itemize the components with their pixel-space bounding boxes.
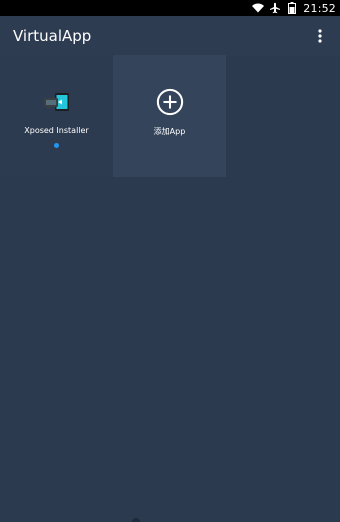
app-bar: VirtualApp xyxy=(0,16,340,56)
status-bar: 21:52 xyxy=(0,0,340,16)
bottom-handle[interactable] xyxy=(132,518,140,522)
airplane-icon xyxy=(269,2,281,14)
battery-icon xyxy=(286,2,298,14)
app-title: VirtualApp xyxy=(13,27,92,45)
app-tile-xposed-installer[interactable]: Xposed Installer xyxy=(0,55,113,177)
app-label: 添加App xyxy=(153,127,186,136)
overflow-menu-button[interactable] xyxy=(310,22,330,50)
app-grid: Xposed Installer 添加App xyxy=(0,55,226,177)
add-app-tile[interactable]: 添加App xyxy=(113,55,226,177)
xposed-installer-icon xyxy=(43,88,71,116)
status-time: 21:52 xyxy=(303,1,336,15)
add-circle-icon xyxy=(156,88,184,116)
app-label: Xposed Installer xyxy=(24,126,89,135)
overflow-menu-icon xyxy=(318,29,322,43)
wifi-icon xyxy=(252,2,265,14)
running-indicator xyxy=(54,143,59,148)
